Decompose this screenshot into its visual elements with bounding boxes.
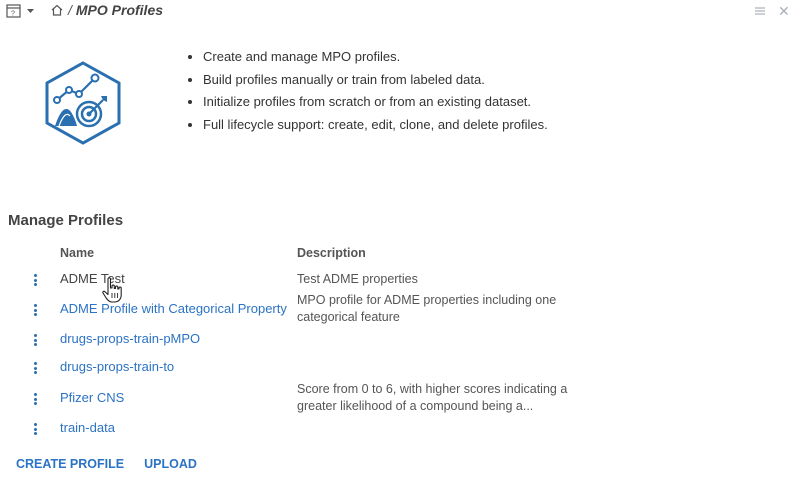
profile-description: MPO profile for ADME properties includin… [297, 293, 557, 324]
page-title: MPO Profiles [75, 2, 164, 18]
mpo-target-logo-icon [45, 61, 121, 145]
feature-item: Create and manage MPO profiles. [203, 46, 548, 69]
hand-pointer-cursor-icon [102, 277, 122, 303]
top-bar: ? / MPO Profiles ✕ [0, 0, 800, 22]
window-menu-button[interactable]: ? [6, 4, 36, 18]
profile-name[interactable]: drugs-props-train-to [60, 359, 174, 374]
profile-name[interactable]: Pfizer CNS [60, 390, 124, 405]
profile-name[interactable]: ADME Profile with Categorical Property [60, 301, 287, 316]
hamburger-menu-icon[interactable] [754, 5, 766, 17]
kebab-menu-icon[interactable] [32, 393, 38, 407]
feature-item: Build profiles manually or train from la… [203, 69, 548, 92]
column-header-description[interactable]: Description [297, 246, 366, 260]
close-icon[interactable]: ✕ [778, 4, 790, 18]
home-icon[interactable] [50, 3, 64, 17]
profile-name[interactable]: train-data [60, 420, 115, 435]
kebab-menu-icon[interactable] [32, 304, 38, 318]
profile-description: Test ADME properties [297, 272, 418, 286]
section-title: Manage Profiles [8, 212, 124, 229]
kebab-menu-icon[interactable] [32, 334, 38, 348]
kebab-menu-icon[interactable] [32, 274, 38, 288]
create-profile-button[interactable]: CREATE PROFILE [16, 457, 124, 471]
profile-name[interactable]: drugs-props-train-pMPO [60, 331, 200, 346]
action-bar: CREATE PROFILE UPLOAD [16, 457, 197, 471]
feature-list: Create and manage MPO profiles. Build pr… [186, 46, 548, 136]
profile-description: Score from 0 to 6, with higher scores in… [297, 382, 568, 413]
feature-item: Full lifecycle support: create, edit, cl… [203, 114, 548, 137]
breadcrumb: / MPO Profiles [50, 2, 163, 18]
feature-item: Initialize profiles from scratch or from… [203, 91, 548, 114]
column-header-name[interactable]: Name [60, 246, 94, 260]
upload-button[interactable]: UPLOAD [144, 457, 197, 471]
kebab-menu-icon[interactable] [32, 362, 38, 376]
breadcrumb-separator: / [68, 2, 72, 18]
window-menu-icon: ? [6, 4, 34, 18]
kebab-menu-icon[interactable] [32, 423, 38, 437]
svg-text:?: ? [11, 11, 15, 18]
